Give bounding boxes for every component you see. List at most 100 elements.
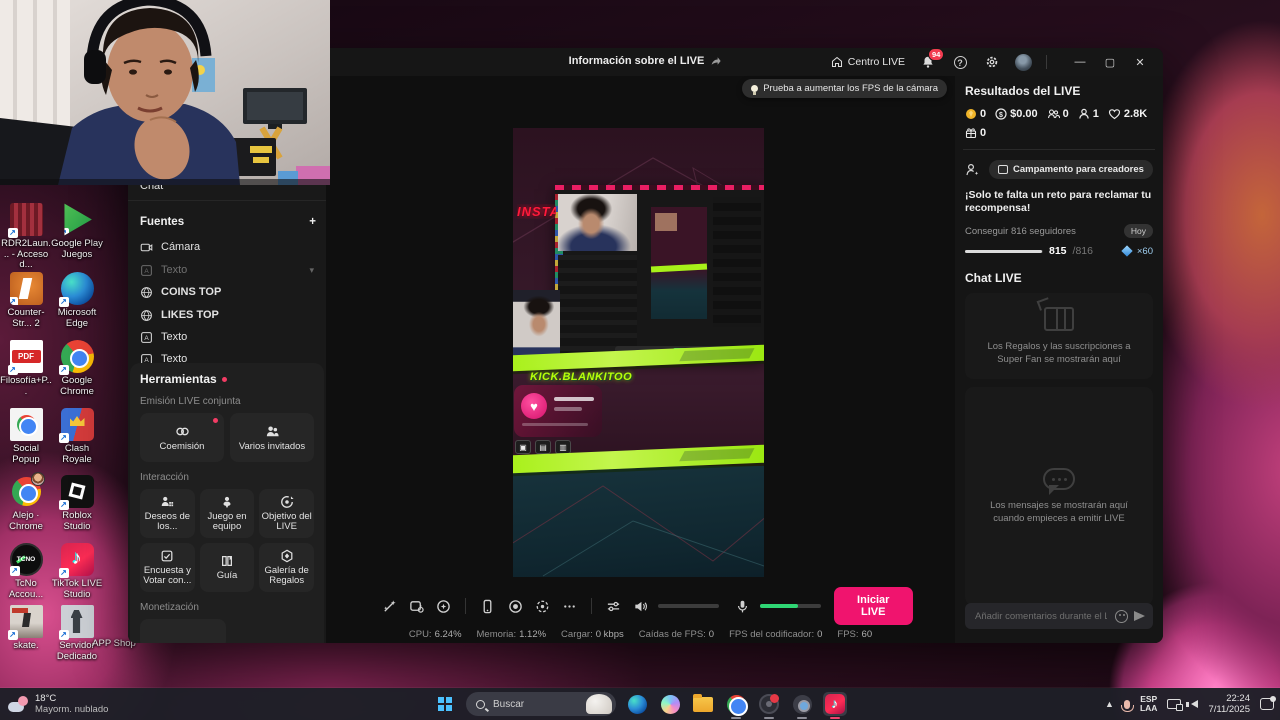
tool-objetivo[interactable]: Objetivo del LIVE bbox=[259, 489, 314, 538]
search-input[interactable] bbox=[491, 697, 580, 711]
cast-icon[interactable] bbox=[1167, 699, 1184, 711]
ai-button[interactable] bbox=[432, 594, 455, 619]
clock[interactable]: 22:24 7/11/2025 bbox=[1208, 693, 1250, 715]
tool-galeria-regalos[interactable]: Galería de Regalos bbox=[259, 543, 314, 592]
stat-team: 0 bbox=[1047, 108, 1069, 120]
taskbar-settings[interactable] bbox=[790, 692, 814, 719]
tool-partial-card[interactable] bbox=[140, 619, 226, 643]
source-texto[interactable]: A Texto bbox=[134, 326, 320, 348]
taskbar-tiktok-studio[interactable]: ♪ bbox=[823, 692, 847, 719]
tool-coemision[interactable]: Coemisión bbox=[140, 413, 224, 462]
enhance-button[interactable] bbox=[378, 594, 401, 619]
svg-text:A: A bbox=[144, 334, 149, 341]
tool-encuesta[interactable]: Encuesta y Votar con... bbox=[140, 543, 195, 592]
start-button[interactable] bbox=[433, 692, 457, 716]
question-icon: ? bbox=[953, 55, 967, 69]
campamento-button[interactable]: Campamento para creadores bbox=[989, 160, 1153, 179]
tool-deseos[interactable]: Deseos de los... bbox=[140, 489, 195, 538]
language-switcher[interactable]: ESP LAA bbox=[1140, 694, 1157, 714]
desktop-icon-edge[interactable]: Microsoft Edge bbox=[51, 272, 103, 329]
emoji-icon[interactable] bbox=[1115, 609, 1128, 623]
desktop-icon-tcno[interactable]: TCNO TcNo Accou... bbox=[0, 543, 52, 600]
edge-icon bbox=[627, 694, 647, 714]
more-button[interactable] bbox=[558, 594, 581, 619]
weather-desc: Mayorm. nublado bbox=[35, 704, 109, 715]
chat-input-container bbox=[965, 603, 1153, 629]
svg-text:A: A bbox=[144, 267, 149, 274]
desktop-icon-pdf[interactable]: PDF Filosofía+P... bbox=[0, 340, 52, 397]
weather-widget[interactable]: 18°C Mayorm. nublado bbox=[0, 693, 180, 715]
herramientas-header: Herramientas bbox=[140, 372, 217, 386]
desktop-icon-skate[interactable]: skate. bbox=[0, 605, 52, 652]
tool-varios-invitados[interactable]: Varios invitados bbox=[230, 413, 314, 462]
mic-volume-bar[interactable] bbox=[760, 604, 822, 608]
desktop-icon-google-play-juegos[interactable]: Google Play Juegos bbox=[51, 203, 103, 260]
effects-button[interactable] bbox=[405, 594, 428, 619]
speaker-icon[interactable] bbox=[629, 594, 652, 619]
notifications-button[interactable]: 94 bbox=[919, 48, 945, 71]
mobile-button[interactable] bbox=[476, 594, 499, 619]
tool-juego-en-equipo[interactable]: Juego en equipo bbox=[199, 489, 255, 538]
counter-strike-icon bbox=[9, 272, 43, 305]
desktop-icon-servidor-dedicado[interactable]: Servidor Dedicado bbox=[51, 605, 103, 662]
record-button[interactable] bbox=[503, 594, 526, 619]
close-button[interactable]: ✕ bbox=[1125, 48, 1155, 76]
desktop-icon-chrome[interactable]: Google Chrome bbox=[51, 340, 103, 397]
share-icon[interactable] bbox=[710, 55, 722, 67]
maximize-button[interactable]: ▢ bbox=[1095, 48, 1125, 76]
tool-guia[interactable]: Guía bbox=[199, 543, 255, 592]
mic-icon[interactable] bbox=[731, 594, 754, 619]
social-popup-icon bbox=[9, 408, 43, 441]
source-coins-top[interactable]: COINS TOP bbox=[134, 281, 320, 303]
taskbar-explorer[interactable] bbox=[691, 692, 715, 716]
minimize-button[interactable]: — bbox=[1065, 48, 1095, 76]
tray-mic-icon[interactable] bbox=[1121, 699, 1135, 712]
help-button[interactable]: ? bbox=[951, 53, 969, 71]
taskbar-copilot[interactable] bbox=[658, 692, 682, 716]
windows-logo-icon bbox=[438, 697, 452, 711]
tray-expand-chevron[interactable]: ▲ bbox=[1105, 699, 1114, 709]
virtual-camera-button[interactable] bbox=[531, 594, 554, 619]
desktop-icon-alejo-chrome[interactable]: Alejo · Chrome bbox=[0, 472, 52, 532]
roblox-studio-icon bbox=[58, 475, 94, 510]
notification-dot bbox=[213, 418, 218, 423]
live-preview-canvas[interactable]: INSTAGR KICK.BLANKITOO ♥ ▣▤▥ bbox=[513, 128, 764, 577]
taskbar-search[interactable] bbox=[466, 692, 616, 716]
preview-bottom-wallpaper bbox=[513, 466, 764, 577]
window-title: Información sobre el LIVE bbox=[568, 55, 705, 67]
source-camara[interactable]: Cámara bbox=[134, 236, 320, 258]
desktop-icon-social-popup[interactable]: Social Popup bbox=[0, 408, 52, 465]
desktop-icon-roblox-studio[interactable]: Roblox Studio bbox=[51, 475, 103, 532]
send-icon[interactable] bbox=[1134, 611, 1145, 621]
desktop-icon-rdr2[interactable]: RDR2Laun... - Acceso d... bbox=[0, 203, 52, 271]
google-play-icon bbox=[64, 203, 92, 236]
taskbar-utility[interactable] bbox=[757, 692, 781, 719]
notification-dot bbox=[221, 376, 227, 382]
taskbar-chrome[interactable] bbox=[724, 692, 748, 719]
centro-live-button[interactable]: Centro LIVE bbox=[831, 56, 905, 68]
taskbar-edge[interactable] bbox=[625, 692, 649, 716]
stat-coins: 0 bbox=[965, 108, 986, 120]
desktop-icon-tiktok-live-studio[interactable]: ♪ TikTok LIVE Studio bbox=[51, 543, 103, 600]
start-live-button[interactable]: Iniciar LIVE bbox=[833, 587, 913, 625]
chrome-icon bbox=[726, 694, 748, 716]
speaker-volume-bar[interactable] bbox=[658, 604, 720, 608]
add-source-button[interactable]: + bbox=[309, 216, 316, 228]
desktop-icon-clash-royale[interactable]: Clash Royale bbox=[51, 408, 103, 465]
tray-speaker-icon[interactable] bbox=[1186, 700, 1199, 708]
user-avatar[interactable] bbox=[1015, 53, 1032, 71]
source-texto-disabled[interactable]: A Texto ▾ bbox=[134, 259, 320, 281]
coin-icon bbox=[966, 109, 976, 119]
notification-center-icon[interactable] bbox=[1260, 696, 1276, 710]
team-icon bbox=[1047, 109, 1060, 119]
weather-icon bbox=[8, 696, 28, 712]
nested-preview bbox=[650, 207, 708, 319]
chat-input[interactable] bbox=[973, 609, 1109, 623]
text-icon: A bbox=[141, 264, 152, 276]
settings-button[interactable] bbox=[983, 53, 1001, 71]
desktop-icon-cs2[interactable]: Counter-Str... 2 bbox=[0, 272, 52, 329]
audio-settings-button[interactable] bbox=[602, 594, 625, 619]
guide-icon bbox=[221, 556, 232, 566]
source-likes-top[interactable]: LIKES TOP bbox=[134, 304, 320, 326]
pdf-icon: PDF bbox=[7, 340, 43, 375]
